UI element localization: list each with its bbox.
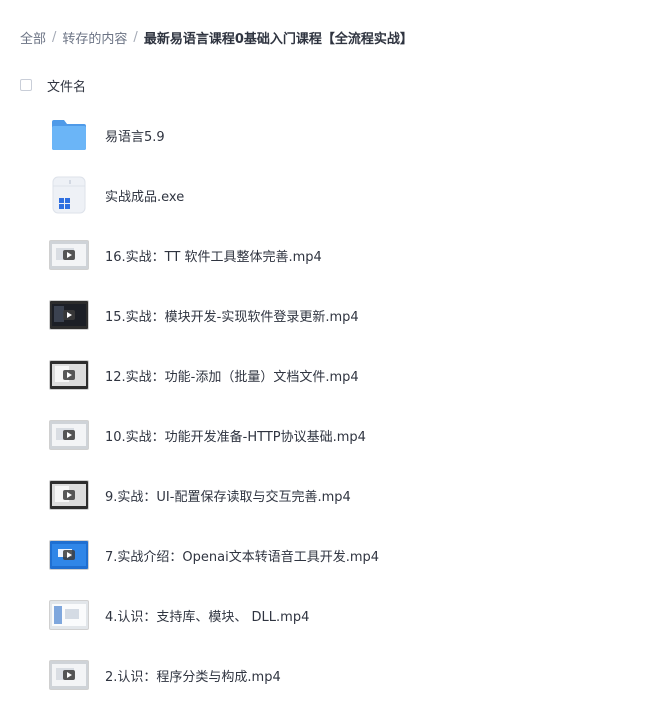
file-name[interactable]: 实战成品.exe bbox=[105, 186, 184, 205]
list-item[interactable]: 12.实战：功能-添加（批量）文档文件.mp4 bbox=[0, 345, 654, 405]
breadcrumb-saved-content-link[interactable]: 转存的内容 bbox=[62, 28, 127, 47]
list-item[interactable]: 9.实战：UI-配置保存读取与交互完善.mp4 bbox=[0, 465, 654, 525]
file-name[interactable]: 9.实战：UI-配置保存读取与交互完善.mp4 bbox=[105, 486, 351, 505]
file-list-header: 文件名 bbox=[20, 72, 86, 98]
video-thumbnail-icon bbox=[49, 535, 89, 575]
column-header-filename[interactable]: 文件名 bbox=[47, 76, 86, 95]
file-name[interactable]: 2.认识：程序分类与构成.mp4 bbox=[105, 666, 281, 685]
list-item[interactable]: 2.认识：程序分类与构成.mp4 bbox=[0, 645, 654, 705]
list-item[interactable]: 16.实战：TT 软件工具整体完善.mp4 bbox=[0, 225, 654, 285]
file-name[interactable]: 易语言5.9 bbox=[105, 126, 165, 145]
breadcrumb-current-folder: 最新易语言课程0基础入门课程【全流程实战】 bbox=[143, 31, 413, 47]
breadcrumb-all-link[interactable]: 全部 bbox=[20, 28, 46, 47]
select-all-checkbox[interactable] bbox=[20, 79, 32, 91]
video-thumbnail-icon bbox=[49, 355, 89, 395]
list-item[interactable]: 7.实战介绍：Openai文本转语音工具开发.mp4 bbox=[0, 525, 654, 585]
video-thumbnail-icon bbox=[49, 235, 89, 275]
video-thumbnail-icon bbox=[49, 655, 89, 695]
list-item[interactable]: 实战成品.exe bbox=[0, 165, 654, 225]
exe-file-icon bbox=[49, 175, 89, 215]
file-name[interactable]: 4.认识：支持库、模块、 DLL.mp4 bbox=[105, 606, 309, 625]
video-thumbnail-icon bbox=[49, 595, 89, 635]
video-thumbnail-icon bbox=[49, 295, 89, 335]
file-name[interactable]: 15.实战：模块开发-实现软件登录更新.mp4 bbox=[105, 306, 359, 325]
breadcrumb-separator: / bbox=[52, 29, 57, 45]
list-item[interactable]: 4.认识：支持库、模块、 DLL.mp4 bbox=[0, 585, 654, 645]
list-item[interactable]: 10.实战：功能开发准备-HTTP协议基础.mp4 bbox=[0, 405, 654, 465]
video-thumbnail-icon bbox=[49, 475, 89, 515]
file-name[interactable]: 12.实战：功能-添加（批量）文档文件.mp4 bbox=[105, 366, 359, 385]
folder-icon bbox=[49, 115, 89, 155]
file-name[interactable]: 16.实战：TT 软件工具整体完善.mp4 bbox=[105, 246, 322, 265]
breadcrumb-separator: / bbox=[133, 29, 138, 45]
file-name[interactable]: 10.实战：功能开发准备-HTTP协议基础.mp4 bbox=[105, 426, 366, 445]
breadcrumb: 全部 / 转存的内容 / 最新易语言课程0基础入门课程【全流程实战】 bbox=[20, 27, 413, 47]
file-name[interactable]: 7.实战介绍：Openai文本转语音工具开发.mp4 bbox=[105, 546, 379, 565]
list-item[interactable]: 15.实战：模块开发-实现软件登录更新.mp4 bbox=[0, 285, 654, 345]
list-item[interactable]: 易语言5.9 bbox=[0, 105, 654, 165]
video-thumbnail-icon bbox=[49, 415, 89, 455]
